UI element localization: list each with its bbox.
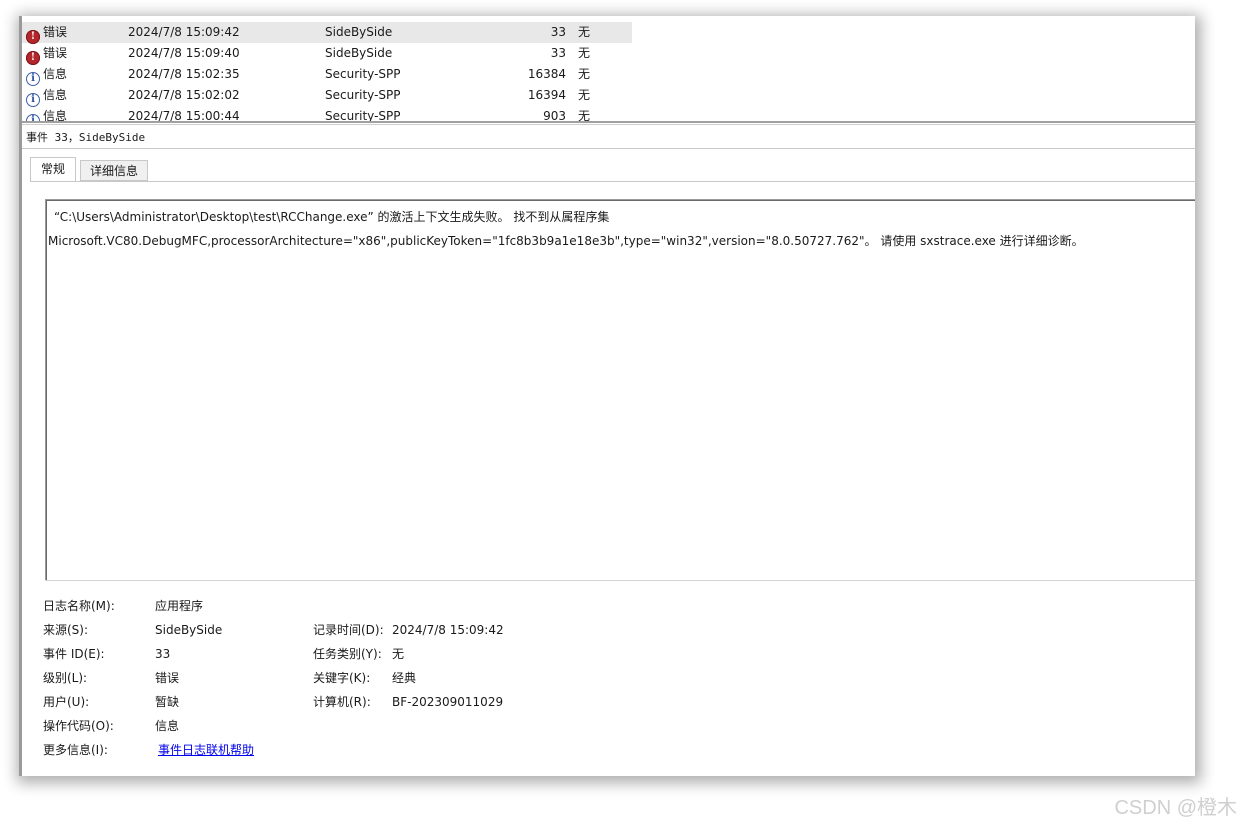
date-cell: 2024/7/8 15:02:02 — [128, 88, 240, 102]
task-category-value[interactable]: 无 — [392, 646, 404, 662]
table-row[interactable]: i 信息 2024/7/8 15:00:44 Security-SPP 903 无 — [22, 106, 632, 121]
divider — [30, 181, 1195, 182]
log-name-value[interactable]: 应用程序 — [155, 598, 203, 614]
info-icon: i — [26, 93, 40, 107]
keywords-value[interactable]: 经典 — [392, 670, 416, 686]
computer-label: 计算机(R): — [313, 695, 371, 709]
logged-label: 记录时间(D): — [313, 623, 384, 637]
source-cell: Security-SPP — [325, 67, 401, 81]
task-cell: 无 — [578, 25, 591, 39]
logged-value[interactable]: 2024/7/8 15:09:42 — [392, 622, 504, 638]
source-cell: SideBySide — [325, 25, 393, 39]
task-category-label: 任务类别(Y): — [313, 647, 382, 661]
table-row[interactable]: i 信息 2024/7/8 15:02:35 Security-SPP 16384… — [22, 64, 632, 86]
opcode-value[interactable]: 信息 — [155, 718, 179, 734]
tab-general[interactable]: 常规 — [30, 157, 76, 181]
description-text: Microsoft.VC80.DebugMFC,processorArchite… — [48, 234, 1084, 248]
level-cell: i 信息 — [26, 106, 67, 121]
user-label: 用户(U): — [43, 695, 90, 709]
date-cell: 2024/7/8 15:00:44 — [128, 109, 240, 121]
task-cell: 无 — [578, 67, 591, 81]
event-detail-title: 事件 33，SideBySide — [22, 127, 1195, 149]
event-id-cell: 33 — [550, 46, 566, 60]
info-icon: i — [26, 72, 40, 86]
level-cell: i 信息 — [26, 64, 67, 86]
error-icon: ! — [26, 30, 40, 44]
date-cell: 2024/7/8 15:02:35 — [128, 67, 240, 81]
keywords-label: 关键字(K): — [313, 671, 371, 685]
table-row[interactable]: i 信息 2024/7/8 15:02:02 Security-SPP 16394… — [22, 85, 632, 107]
table-row[interactable]: ! 错误 2024/7/8 15:09:42 SideBySide 33 无 — [22, 22, 632, 44]
watermark: CSDN @橙木 — [1114, 797, 1237, 819]
description-text: “C:\Users\Administrator\Desktop\test\RCC… — [54, 210, 610, 224]
level-label: 级别(L): — [43, 671, 88, 685]
level-cell: ! 错误 — [26, 43, 67, 65]
level-value[interactable]: 错误 — [155, 670, 179, 686]
date-cell: 2024/7/8 15:09:42 — [128, 25, 240, 39]
online-help-link[interactable]: 事件日志联机帮助 — [158, 742, 254, 758]
task-cell: 无 — [578, 88, 591, 102]
event-description[interactable]: “C:\Users\Administrator\Desktop\test\RCC… — [45, 199, 1195, 581]
more-info-label: 更多信息(I): — [43, 743, 108, 757]
error-icon: ! — [26, 51, 40, 65]
source-value[interactable]: SideBySide — [155, 622, 222, 638]
event-id-cell: 33 — [550, 25, 566, 39]
event-id-cell: 16384 — [527, 67, 566, 81]
source-cell: Security-SPP — [325, 88, 401, 102]
level-cell: ! 错误 — [26, 22, 67, 44]
event-viewer-window: ! 错误 2024/7/8 15:09:42 SideBySide 33 无 ! 错… — [19, 16, 1195, 776]
event-id-cell: 903 — [543, 109, 566, 121]
divider — [22, 124, 1195, 125]
task-cell: 无 — [578, 109, 591, 121]
level-cell: i 信息 — [26, 85, 67, 107]
info-icon: i — [26, 114, 40, 121]
opcode-label: 操作代码(O): — [43, 719, 114, 733]
source-cell: Security-SPP — [325, 109, 401, 121]
user-value[interactable]: 暂缺 — [155, 694, 179, 710]
source-cell: SideBySide — [325, 46, 393, 60]
computer-value[interactable]: BF-202309011029 — [392, 694, 503, 710]
source-label: 来源(S): — [43, 623, 89, 637]
task-cell: 无 — [578, 46, 591, 60]
tab-details[interactable]: 详细信息 — [80, 160, 148, 181]
event-id-cell: 16394 — [527, 88, 566, 102]
divider — [45, 580, 1195, 581]
event-list[interactable]: ! 错误 2024/7/8 15:09:42 SideBySide 33 无 ! 错… — [22, 16, 1195, 121]
pane-splitter[interactable] — [22, 121, 1195, 123]
event-id-value[interactable]: 33 — [155, 646, 170, 662]
event-id-label: 事件 ID(E): — [43, 647, 105, 661]
log-name-label: 日志名称(M): — [43, 599, 115, 613]
table-row[interactable]: ! 错误 2024/7/8 15:09:40 SideBySide 33 无 — [22, 43, 632, 65]
date-cell: 2024/7/8 15:09:40 — [128, 46, 240, 60]
